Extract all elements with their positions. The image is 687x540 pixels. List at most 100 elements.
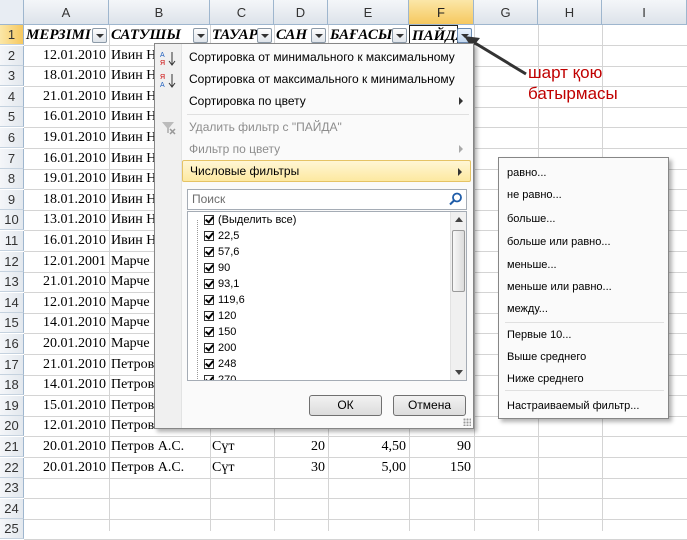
value-checklist[interactable]: (Выделить все) 22,5 57,6 90 93,1 119,6 120 150 2…: [187, 211, 467, 381]
filter-button-b[interactable]: [193, 28, 208, 43]
row-header[interactable]: 15: [0, 313, 24, 334]
menu-number-filters[interactable]: Числовые фильтры: [182, 160, 471, 182]
row-header[interactable]: 20: [0, 416, 24, 437]
row-header[interactable]: 13: [0, 272, 24, 293]
submenu-item[interactable]: не равно...: [507, 185, 562, 205]
menu-sort-descending[interactable]: Сортировка от максимального к минимально…: [182, 68, 471, 90]
row-header[interactable]: 12: [0, 251, 24, 272]
menu-clear-filter[interactable]: Удалить фильтр с "ПАЙДА": [182, 116, 471, 138]
menu-filter-by-color[interactable]: Фильтр по цвету: [182, 138, 471, 160]
table-cell-profit[interactable]: 150: [409, 458, 474, 478]
table-cell-date[interactable]: 21.01.2010: [24, 272, 109, 292]
list-item[interactable]: 93,1: [204, 276, 239, 292]
table-cell-price[interactable]: 4,50: [328, 437, 409, 457]
table-cell-product[interactable]: Сүт: [210, 437, 274, 457]
table-cell-qty[interactable]: 30: [274, 458, 328, 478]
table-cell-date[interactable]: 19.01.2010: [24, 169, 109, 189]
submenu-item[interactable]: Первые 10...: [507, 325, 571, 345]
table-cell-date[interactable]: 16.01.2010: [24, 231, 109, 251]
submenu-item[interactable]: меньше...: [507, 255, 557, 275]
table-cell-price[interactable]: 5,00: [328, 458, 409, 478]
column-header-e[interactable]: E: [328, 0, 409, 25]
row-header[interactable]: 18: [0, 375, 24, 396]
checkbox-checked-icon[interactable]: [204, 279, 214, 289]
table-cell-date[interactable]: 18.01.2010: [24, 190, 109, 210]
table-cell-profit[interactable]: 90: [409, 437, 474, 457]
table-cell-date[interactable]: 12.01.2010: [24, 293, 109, 313]
checkbox-checked-icon[interactable]: [204, 375, 214, 380]
row-header[interactable]: 6: [0, 128, 24, 148]
menu-sort-ascending[interactable]: Сортировка от минимального к максимально…: [182, 46, 471, 68]
table-cell-date[interactable]: 12.01.2001: [24, 252, 109, 272]
scroll-down-icon[interactable]: [455, 370, 463, 375]
submenu-item[interactable]: больше или равно...: [507, 232, 611, 252]
column-header-c[interactable]: C: [210, 0, 274, 25]
list-item[interactable]: 57,6: [204, 244, 239, 260]
row-header[interactable]: 21: [0, 437, 24, 457]
list-item[interactable]: 22,5: [204, 228, 239, 244]
row-header[interactable]: 25: [0, 519, 24, 540]
checkbox-checked-icon[interactable]: [204, 327, 214, 337]
row-header[interactable]: 19: [0, 395, 24, 416]
cancel-button[interactable]: Отмена: [393, 395, 466, 416]
column-header-b[interactable]: B: [109, 0, 210, 25]
table-cell-product[interactable]: Сүт: [210, 458, 274, 478]
list-item[interactable]: 200: [204, 340, 236, 356]
checkbox-checked-icon[interactable]: [204, 231, 214, 241]
column-header-i[interactable]: I: [602, 0, 687, 25]
table-cell-date[interactable]: 20.01.2010: [24, 437, 109, 457]
list-item[interactable]: 150: [204, 324, 236, 340]
table-cell-date[interactable]: 16.01.2010: [24, 107, 109, 127]
submenu-item[interactable]: равно...: [507, 163, 546, 183]
checkbox-checked-icon[interactable]: [204, 215, 214, 225]
table-cell-seller[interactable]: Петров А.С.: [109, 458, 210, 478]
table-cell-date[interactable]: 20.01.2010: [24, 458, 109, 478]
row-header[interactable]: 3: [0, 66, 24, 87]
row-header[interactable]: 23: [0, 478, 24, 499]
row-header[interactable]: 16: [0, 334, 24, 354]
filter-button-c[interactable]: [257, 28, 272, 43]
row-header[interactable]: 1: [0, 25, 24, 45]
submenu-item[interactable]: Ниже среднего: [507, 369, 584, 389]
table-cell-seller[interactable]: Петров А.С.: [109, 437, 210, 457]
checkbox-checked-icon[interactable]: [204, 263, 214, 273]
scroll-thumb[interactable]: [452, 230, 465, 292]
row-header[interactable]: 7: [0, 148, 24, 169]
submenu-item[interactable]: Настраиваемый фильтр...: [507, 396, 639, 416]
list-item[interactable]: (Выделить все): [204, 212, 296, 228]
checkbox-checked-icon[interactable]: [204, 311, 214, 321]
scroll-up-icon[interactable]: [455, 217, 463, 222]
table-cell-date[interactable]: 12.01.2010: [24, 416, 109, 436]
submenu-item[interactable]: меньше или равно...: [507, 277, 612, 297]
column-header-a[interactable]: A: [24, 0, 109, 25]
row-header[interactable]: 14: [0, 292, 24, 313]
list-scrollbar[interactable]: [450, 212, 466, 380]
checkbox-checked-icon[interactable]: [204, 295, 214, 305]
list-item[interactable]: 119,6: [204, 292, 245, 308]
submenu-item[interactable]: Выше среднего: [507, 347, 586, 367]
table-cell-date[interactable]: 18.01.2010: [24, 66, 109, 86]
table-cell-date[interactable]: 12.01.2010: [24, 46, 109, 66]
table-cell-date[interactable]: 21.01.2010: [24, 87, 109, 107]
table-cell-qty[interactable]: 20: [274, 437, 328, 457]
table-cell-date[interactable]: 20.01.2010: [24, 334, 109, 354]
checkbox-checked-icon[interactable]: [204, 247, 214, 257]
row-header[interactable]: 10: [0, 210, 24, 231]
filter-button-e[interactable]: [392, 28, 407, 43]
filter-button-d[interactable]: [311, 28, 326, 43]
filter-button-a[interactable]: [92, 28, 107, 43]
table-cell-date[interactable]: 15.01.2010: [24, 396, 109, 416]
list-item[interactable]: 120: [204, 308, 236, 324]
header-cell-date[interactable]: МЕРЗІМІ: [24, 25, 94, 46]
table-cell-date[interactable]: 21.01.2010: [24, 355, 109, 375]
checkbox-checked-icon[interactable]: [204, 359, 214, 369]
submenu-item[interactable]: между...: [507, 299, 548, 319]
list-item[interactable]: 248: [204, 356, 236, 372]
menu-sort-by-color[interactable]: Сортировка по цвету: [182, 90, 471, 112]
row-header[interactable]: 5: [0, 107, 24, 128]
row-header[interactable]: 22: [0, 457, 24, 478]
table-cell-date[interactable]: 13.01.2010: [24, 210, 109, 230]
row-header[interactable]: 24: [0, 498, 24, 519]
column-header-g[interactable]: G: [474, 0, 538, 25]
row-header[interactable]: 8: [0, 169, 24, 190]
